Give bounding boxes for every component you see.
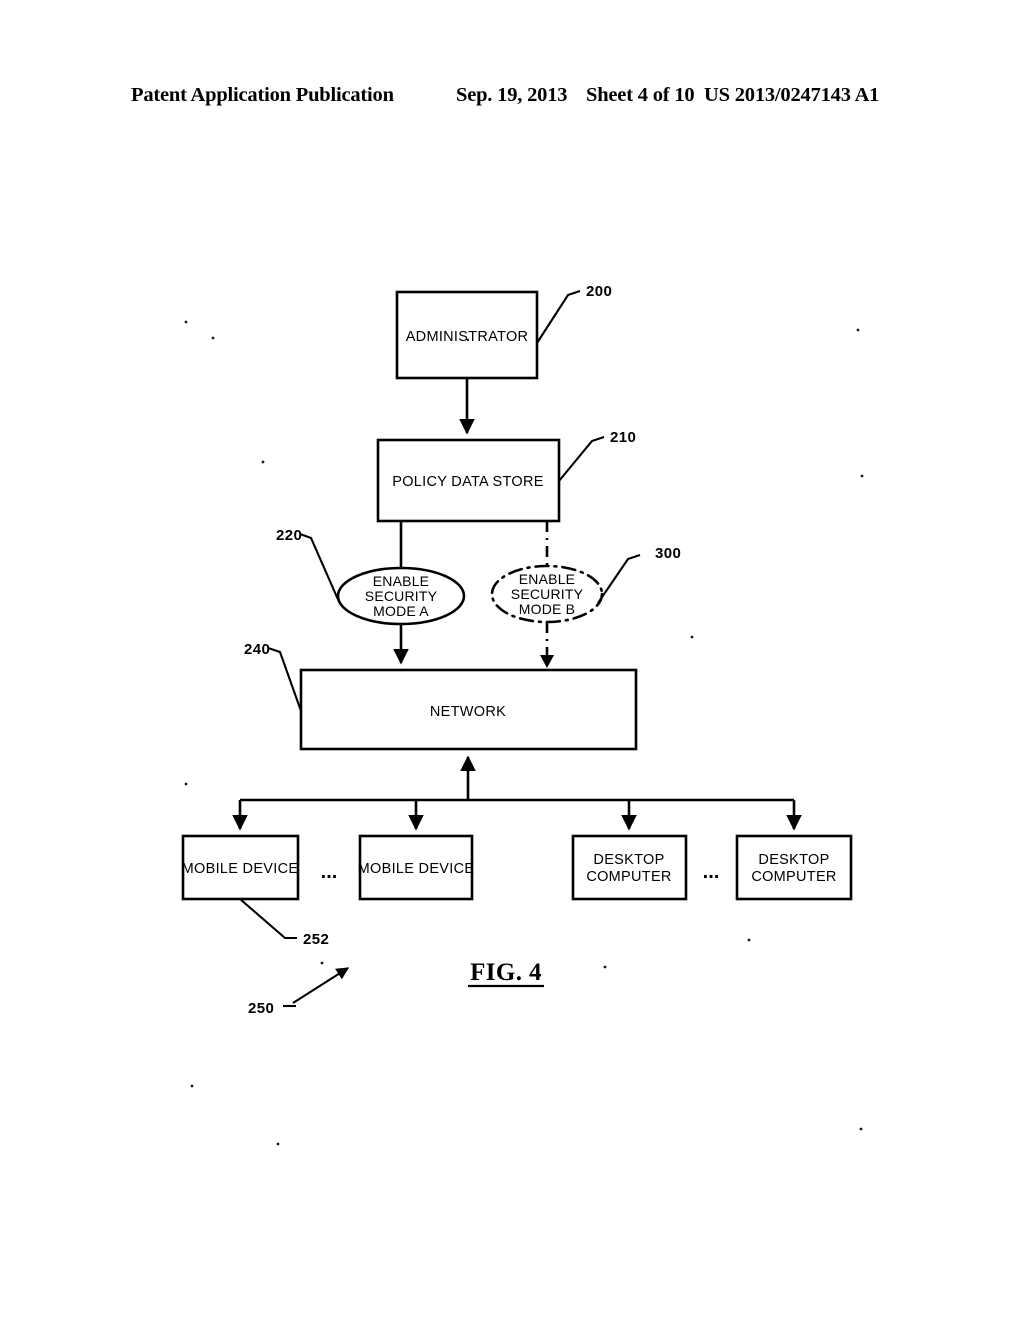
reference-number-220: 220: [276, 527, 302, 544]
ellipsis-mobile-devices: ...: [321, 861, 338, 883]
reference-number-250: 250: [248, 1000, 274, 1017]
node-desktop-computer-1: DESKTOP COMPUTER: [571, 834, 688, 901]
reference-leader-240: 240: [244, 641, 302, 712]
patent-figure-4: ADMINISTRATOR 200 POLICY DATA STORE 210 …: [0, 0, 1024, 1320]
figure-caption: FIG. 4: [468, 959, 544, 988]
security-mode-a-line3: MODE A: [373, 603, 429, 619]
reference-250-arrow: [292, 967, 350, 1004]
desktop-computer-2-line2: COMPUTER: [751, 869, 836, 885]
ellipsis-desktop-computers: ...: [703, 861, 720, 883]
node-mobile-device-1: MOBILE DEVICE: [182, 834, 300, 901]
desktop-computer-2-line1: DESKTOP: [758, 852, 829, 868]
mobile-device-1-label: MOBILE DEVICE: [182, 861, 299, 877]
node-desktop-computer-2: DESKTOP COMPUTER: [735, 834, 853, 901]
security-mode-b-line3: MODE B: [519, 601, 575, 617]
node-administrator: ADMINISTRATOR: [395, 290, 539, 380]
reference-number-252: 252: [303, 931, 329, 948]
reference-leader-220: 220: [276, 527, 341, 605]
administrator-label: ADMINISTRATOR: [406, 329, 529, 345]
security-mode-a-line2: SECURITY: [365, 588, 438, 604]
figure-caption-text: FIG. 4: [470, 959, 542, 986]
desktop-computer-1-line2: COMPUTER: [586, 869, 671, 885]
node-network: NETWORK: [299, 668, 638, 751]
node-security-mode-a: ENABLE SECURITY MODE A: [336, 566, 466, 626]
arrowhead-mode-b-to-network: [540, 655, 554, 668]
reference-leader-300: 300: [597, 545, 681, 604]
reference-leader-252: 252: [239, 898, 329, 948]
device-bus: [232, 755, 802, 831]
desktop-computer-1-line1: DESKTOP: [593, 852, 664, 868]
security-mode-a-line1: ENABLE: [373, 573, 429, 589]
mobile-device-2-label: MOBILE DEVICE: [358, 861, 475, 877]
reference-leader-210: 210: [558, 429, 636, 482]
reference-number-200: 200: [586, 283, 612, 300]
node-policy-data-store: POLICY DATA STORE: [376, 438, 561, 523]
network-label: NETWORK: [430, 704, 506, 720]
reference-number-300: 300: [655, 545, 681, 562]
security-mode-b-line1: ENABLE: [519, 571, 575, 587]
reference-number-240: 240: [244, 641, 270, 658]
reference-leader-200: 200: [536, 283, 612, 344]
node-mobile-device-2: MOBILE DEVICE: [358, 834, 475, 901]
policy-data-store-label: POLICY DATA STORE: [392, 474, 544, 490]
security-mode-b-line2: SECURITY: [511, 586, 584, 602]
reference-number-210: 210: [610, 429, 636, 446]
node-security-mode-b: ENABLE SECURITY MODE B: [490, 564, 604, 624]
reference-leader-250: 250: [248, 967, 350, 1017]
